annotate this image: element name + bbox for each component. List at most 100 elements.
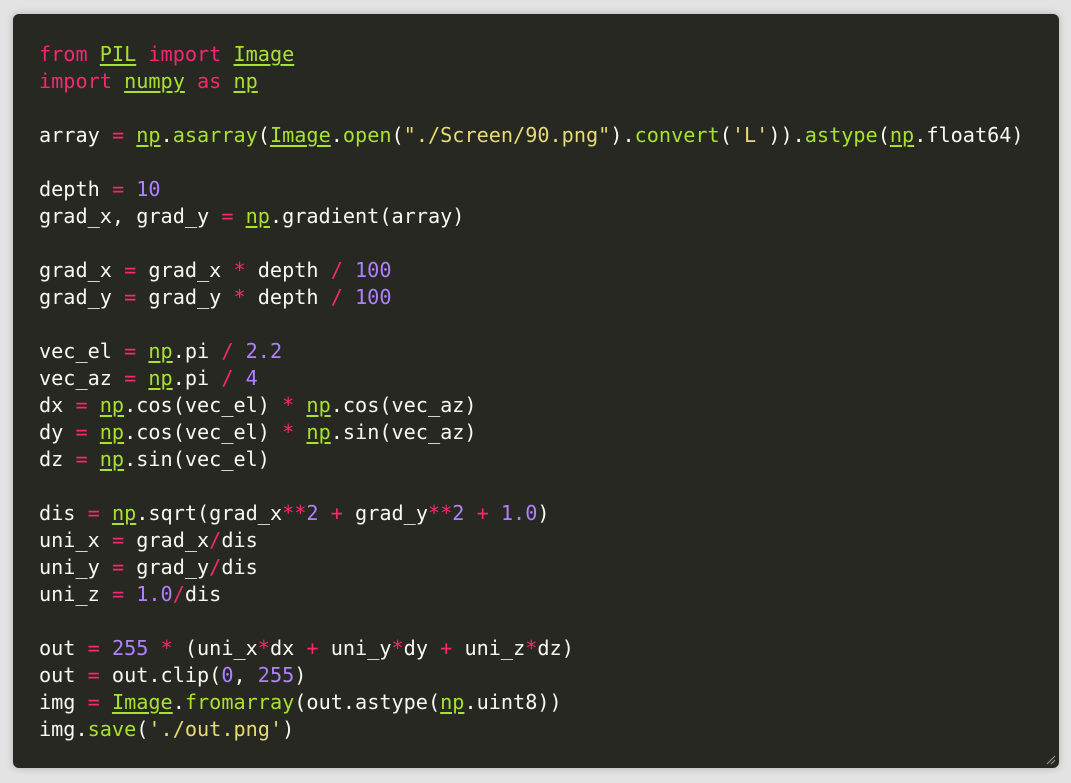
module-token: Image: [269, 123, 331, 147]
module-token: np: [99, 393, 125, 417]
operator-token: =: [111, 582, 125, 606]
operator-token: *: [160, 636, 173, 660]
string-token: 'L': [731, 123, 769, 147]
operator-token: *: [391, 636, 404, 660]
code-text[interactable]: from PIL import Image import numpy as np a…: [13, 14, 1059, 743]
text-token: dis: [39, 501, 88, 525]
text-token: grad_x: [136, 258, 234, 282]
operator-token: =: [87, 690, 100, 714]
text-token: (: [877, 123, 890, 147]
code-line: dis = np.sqrt(grad_x**2 + grad_y**2 + 1.…: [39, 500, 1059, 527]
module-token: Image: [111, 690, 173, 714]
number-token: 255: [257, 663, 295, 687]
text-token: dx: [269, 636, 307, 660]
text-token: dz): [537, 636, 574, 660]
text-token: grad_x: [39, 258, 125, 282]
module-token: np: [245, 204, 270, 228]
text-token: depth: [39, 177, 112, 201]
operator-token: +: [476, 501, 489, 525]
operator-token: +: [440, 636, 453, 660]
operator-token: =: [87, 663, 100, 687]
text-token: .cos(vec_el): [124, 420, 283, 444]
keyword-token: import: [148, 42, 222, 66]
code-line: vec_az = np.pi / 4: [39, 365, 1059, 392]
text-token: ): [282, 717, 295, 741]
text-token: grad_x: [124, 528, 210, 552]
keyword-token: from: [39, 42, 88, 66]
text-token: .cos(vec_az): [330, 393, 477, 417]
operator-token: =: [111, 123, 125, 147]
text-token: grad_y: [39, 285, 125, 309]
text-token: )).: [768, 123, 805, 147]
text-token: dz: [39, 447, 76, 471]
number-token: 100: [355, 285, 392, 309]
string-token: './out.png': [148, 717, 283, 741]
number-token: 2: [306, 501, 319, 525]
operator-token: *: [282, 393, 295, 417]
text-token: .cos(vec_el): [124, 393, 283, 417]
text-token: (: [257, 123, 270, 147]
module-token: np: [111, 501, 137, 525]
text-token: .: [330, 123, 343, 147]
code-line: uni_y = grad_y/dis: [39, 554, 1059, 581]
operator-token: =: [75, 393, 88, 417]
code-line: from PIL import Image: [39, 41, 1059, 68]
text-token: uni_z: [452, 636, 526, 660]
operator-token: *: [233, 258, 246, 282]
operator-token: *: [525, 636, 538, 660]
text-token: dis: [221, 528, 258, 552]
code-line: depth = 10: [39, 176, 1059, 203]
text-token: grad_y: [124, 555, 210, 579]
code-line: vec_el = np.pi / 2.2: [39, 338, 1059, 365]
operator-token: **: [282, 501, 307, 525]
operator-token: /: [209, 555, 222, 579]
text-token: out: [39, 636, 88, 660]
text-token: ).: [610, 123, 635, 147]
function-token: save: [87, 717, 137, 741]
text-token: vec_el: [39, 339, 125, 363]
operator-token: **: [427, 501, 453, 525]
string-token: "./Screen/90.png": [403, 123, 611, 147]
text-token: dy: [39, 420, 76, 444]
operator-token: /: [209, 528, 222, 552]
code-line: dx = np.cos(vec_el) * np.cos(vec_az): [39, 392, 1059, 419]
code-block: from PIL import Image import numpy as np a…: [13, 14, 1059, 768]
text-token: depth: [245, 285, 331, 309]
module-token: np: [306, 420, 331, 444]
operator-token: +: [330, 501, 343, 525]
number-token: 4: [245, 366, 258, 390]
code-line: grad_y = grad_y * depth / 100: [39, 284, 1059, 311]
text-token: grad_x, grad_y: [39, 204, 222, 228]
module-token: np: [136, 123, 161, 147]
text-token: img.: [39, 717, 88, 741]
text-token: out.clip(: [99, 663, 222, 687]
text-token: uni_z: [39, 582, 112, 606]
operator-token: =: [111, 555, 125, 579]
resize-grip-icon[interactable]: [1045, 754, 1056, 765]
function-token: fromarray: [184, 690, 295, 714]
operator-token: +: [306, 636, 319, 660]
module-token: np: [440, 690, 465, 714]
function-token: open: [342, 123, 392, 147]
code-line: uni_x = grad_x/dis: [39, 527, 1059, 554]
operator-token: /: [221, 339, 234, 363]
operator-token: =: [87, 636, 100, 660]
text-token: uni_x: [39, 528, 112, 552]
number-token: 0: [221, 663, 234, 687]
code-line: dz = np.sin(vec_el): [39, 446, 1059, 473]
text-token: dx: [39, 393, 76, 417]
text-token: dy: [403, 636, 441, 660]
operator-token: /: [221, 366, 234, 390]
